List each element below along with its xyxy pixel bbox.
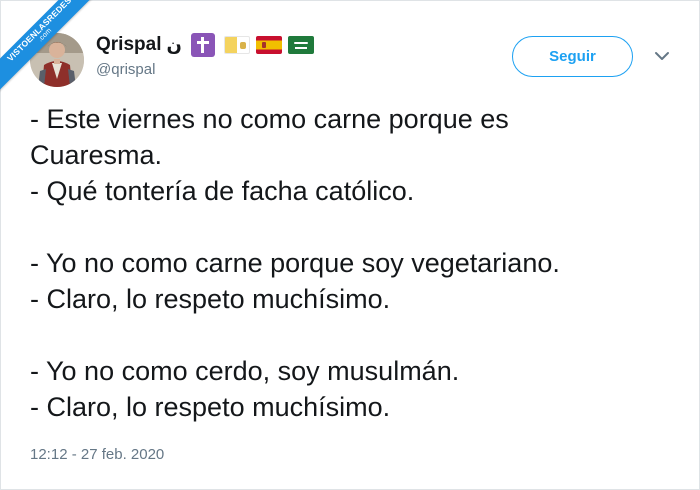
spain-flag-emoji <box>255 36 282 54</box>
author-handle[interactable]: @qrispal <box>96 61 320 78</box>
follow-button[interactable]: Seguir <box>512 36 633 77</box>
chevron-down-icon[interactable] <box>652 48 672 64</box>
tweet-timestamp[interactable]: 12:12 - 27 feb. 2020 <box>30 446 164 463</box>
author-block: Qrispal ن @qrispal <box>96 33 320 78</box>
saudi-arabia-flag-emoji <box>287 36 314 54</box>
tweet-line: - Claro, lo respeto muchísimo. <box>30 284 391 314</box>
author-display-name[interactable]: Qrispal <box>96 34 161 56</box>
latin-cross-emoji <box>190 33 215 57</box>
vatican-flag-emoji <box>223 36 250 54</box>
tweet-line: - Qué tontería de facha católico. <box>30 176 415 206</box>
tweet-text: - Este viernes no como carne porque es C… <box>30 101 680 425</box>
author-name-glyph: ن <box>166 34 182 56</box>
tweet-line: - Este viernes no como carne porque es <box>30 104 509 134</box>
author-name-row: Qrispal ن <box>96 33 320 57</box>
tweet-line: - Yo no como cerdo, soy musulmán. <box>30 356 460 386</box>
tweet-card: VISTOENLASREDES .com Qrispal ن @qrispal … <box>0 0 700 490</box>
tweet-line: Cuaresma. <box>30 140 163 170</box>
tweet-line: - Claro, lo respeto muchísimo. <box>30 392 391 422</box>
tweet-line: - Yo no como carne porque soy vegetarian… <box>30 248 560 278</box>
